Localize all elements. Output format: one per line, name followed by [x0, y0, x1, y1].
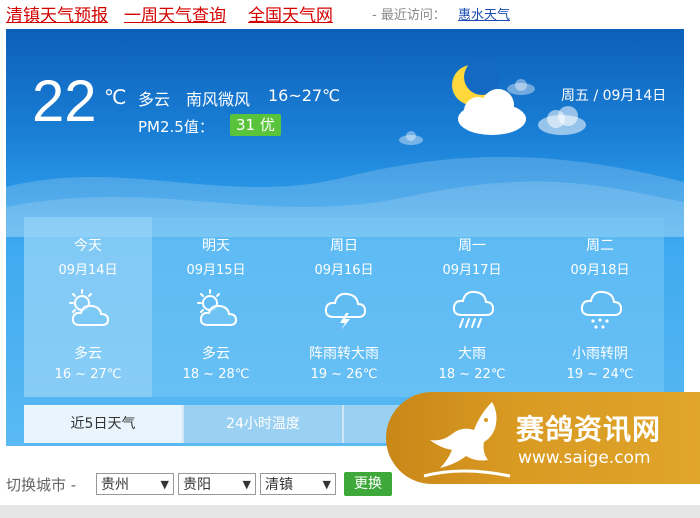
forecast-day-condition: 小雨转阴: [572, 346, 628, 362]
pm25-label: PM2.5值：: [138, 118, 214, 136]
current-temperature: 22: [32, 69, 97, 134]
cloud-icon: [399, 131, 423, 145]
forecast-day[interactable]: 明天 09月15日 多云 18 ~ 28℃: [152, 217, 280, 397]
current-date: 周五 / 09月14日: [561, 88, 667, 104]
top-bar: 清镇天气预报 一周天气查询 全国天气网 - 最近访问： 惠水天气: [0, 0, 700, 26]
chevron-down-icon: ▼: [322, 478, 331, 491]
province-select-value: 贵州: [101, 477, 129, 493]
district-select-value: 清镇: [265, 477, 293, 493]
city-select-value: 贵阳: [183, 477, 211, 493]
forecast-day-date: 09月16日: [314, 263, 374, 278]
partly-cloudy-icon: [69, 289, 110, 326]
pigeon-logo-icon: [423, 402, 511, 478]
partly-cloudy-icon: [197, 289, 238, 326]
thunderstorm-icon: [324, 292, 367, 330]
forecast-day-name: 周日: [330, 238, 358, 254]
tab-24-hour-temperature[interactable]: 24小时温度: [184, 405, 342, 443]
five-day-forecast: 今天 09月14日 多云 16 ~ 27℃ 明天 09月15日 多云 18 ~ …: [24, 217, 664, 397]
current-temperature-unit: ℃: [104, 85, 127, 109]
header-link-week-forecast[interactable]: 一周天气查询: [124, 1, 226, 26]
city-switch-label: 切换城市 -: [6, 476, 77, 494]
forecast-day-condition: 大雨: [458, 346, 486, 362]
district-select[interactable]: 清镇 ▼: [260, 473, 336, 495]
change-city-button[interactable]: 更换: [344, 472, 392, 496]
current-wind: 南风微风: [186, 90, 251, 109]
forecast-day-date: 09月15日: [186, 263, 246, 278]
cloud-icon: [507, 79, 535, 95]
forecast-day-condition: 多云: [74, 346, 102, 362]
header-link-local-forecast[interactable]: 清镇天气预报: [6, 1, 108, 26]
forecast-day-name: 明天: [202, 238, 230, 254]
forecast-day-name: 周二: [586, 238, 614, 254]
forecast-day-date: 09月18日: [570, 263, 630, 278]
cloud-icon: [538, 106, 586, 135]
forecast-day-date: 09月17日: [442, 263, 502, 278]
heavy-rain-icon: [452, 290, 495, 328]
watermark-text: 赛鸽资讯网: [516, 413, 662, 446]
forecast-day-temp: 18 ~ 22℃: [438, 367, 506, 382]
forecast-day-date: 09月14日: [58, 263, 118, 278]
forecast-day-temp: 16 ~ 27℃: [54, 367, 122, 382]
light-rain-icon: [580, 290, 623, 329]
forecast-day-temp: 19 ~ 24℃: [566, 367, 634, 382]
watermark-url: www.saige.com: [518, 448, 651, 468]
forecast-day[interactable]: 周二 09月18日 小雨转阴 19 ~ 24℃: [536, 217, 664, 397]
forecast-day[interactable]: 今天 09月14日 多云 16 ~ 27℃: [24, 217, 152, 397]
forecast-day-temp: 18 ~ 28℃: [182, 367, 250, 382]
header-link-national-weather[interactable]: 全国天气网: [248, 1, 333, 26]
weather-panel: 22 ℃ 多云 南风微风 16~27℃ PM2.5值： 31 优 周五 / 09…: [6, 29, 684, 446]
forecast-day-name: 今天: [74, 238, 102, 254]
recent-visit-link[interactable]: 惠水天气: [458, 4, 510, 23]
current-temp-range: 16~27℃: [268, 86, 341, 105]
moon-cloud-icon: [452, 61, 526, 135]
forecast-day-temp: 19 ~ 26℃: [310, 367, 378, 382]
watermark: 赛鸽资讯网 www.saige.com: [386, 392, 700, 484]
pm25-badge: 31 优: [230, 114, 281, 136]
city-select[interactable]: 贵阳 ▼: [178, 473, 256, 495]
forecast-day-condition: 阵雨转大雨: [309, 346, 379, 362]
chevron-down-icon: ▼: [242, 478, 251, 491]
province-select[interactable]: 贵州 ▼: [96, 473, 174, 495]
forecast-day[interactable]: 周日 09月16日 阵雨转大雨 19 ~ 26℃: [280, 217, 408, 397]
tab-5-day-weather[interactable]: 近5日天气: [24, 405, 182, 443]
current-condition: 多云: [138, 90, 171, 109]
forecast-day[interactable]: 周一 09月17日 大雨 18 ~ 22℃: [408, 217, 536, 397]
forecast-day-condition: 多云: [202, 346, 230, 362]
recent-visits-label: - 最近访问：: [372, 8, 446, 23]
bottom-strip: [0, 505, 700, 518]
forecast-day-name: 周一: [458, 238, 486, 254]
chevron-down-icon: ▼: [160, 478, 169, 491]
